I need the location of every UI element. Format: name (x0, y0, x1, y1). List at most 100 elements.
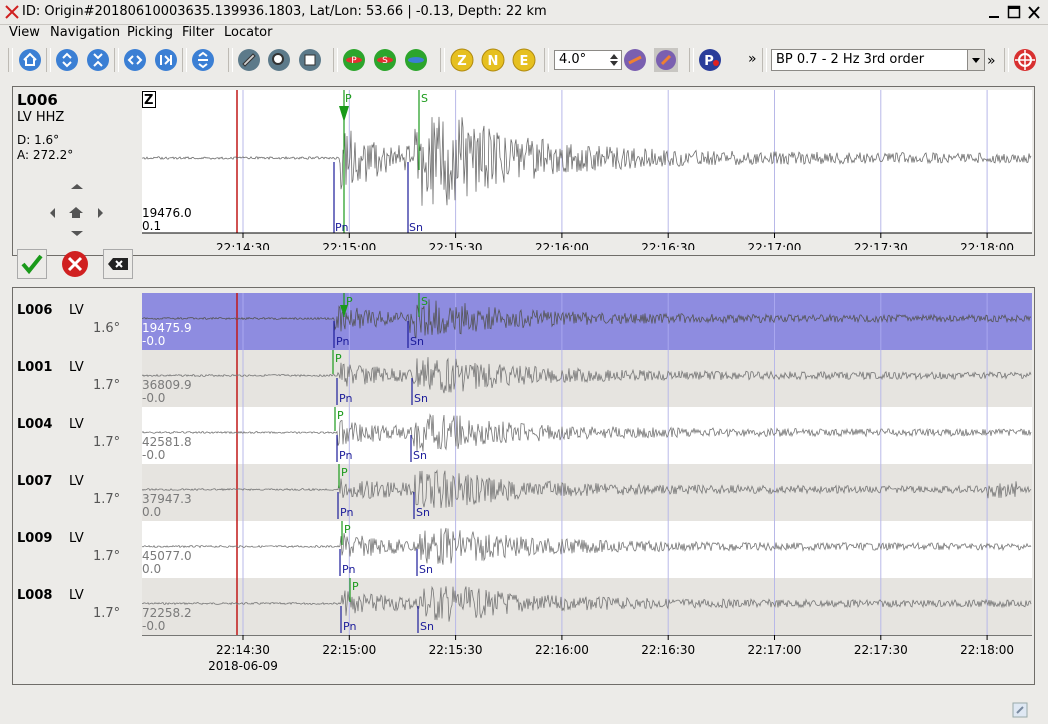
axis-tick-label: 22:14:30 (216, 643, 270, 657)
current-network-channel: LV HHZ (17, 110, 65, 125)
toolbar-separator (46, 48, 51, 72)
axis-tick-label: 22:17:00 (748, 241, 802, 250)
reject-x-icon[interactable] (60, 249, 90, 279)
trace-row[interactable]: L007 LV 1.7° P Pn Sn 37947.3 0.0 (13, 464, 1034, 521)
trace-plot[interactable]: P Pn Sn 37947.30.0 (142, 464, 1032, 521)
axis-tick-label: 22:18:00 (960, 643, 1014, 657)
scroll-center-icon[interactable] (86, 48, 110, 72)
nav-left-icon[interactable] (50, 208, 55, 218)
theo-sn-label: Sn (416, 506, 430, 519)
amp-min-label: -0.0 (142, 334, 165, 348)
distance-value: 4.0° (559, 52, 587, 67)
menu-view[interactable]: View (9, 25, 40, 40)
trace-plot[interactable]: P Pn Sn 45077.00.0 (142, 521, 1032, 578)
trace-plot[interactable]: P Pn Sn 36809.9-0.0 (142, 350, 1032, 407)
pick-s-icon[interactable]: S (373, 48, 397, 72)
more-toolbar-chevron[interactable]: » (748, 51, 757, 67)
navigation-pad (50, 184, 103, 236)
zoom-icon[interactable] (267, 48, 291, 72)
title-bar: ID: Origin#20180610003635.139936.1803, L… (0, 0, 1048, 25)
menu-filter[interactable]: Filter (182, 25, 214, 40)
prev-trace-icon[interactable] (123, 48, 147, 72)
pick-any-icon[interactable] (404, 48, 428, 72)
pick-p-label: P (345, 92, 352, 105)
theo-sn-label: Sn (420, 620, 434, 633)
align-icon[interactable] (191, 48, 215, 72)
trace-row[interactable]: L004 LV 1.7° P Pn Sn 42581.8 -0.0 (13, 407, 1034, 464)
toolbar-separator (333, 48, 338, 72)
toolbar-separator (114, 48, 119, 72)
chevron-down-icon (972, 58, 980, 63)
svg-text:E: E (520, 54, 529, 69)
amp-min-label: -0.0 (142, 391, 165, 405)
theo-pn-label: Pn (342, 563, 355, 576)
locate-target-icon[interactable] (1013, 48, 1037, 72)
amp-max-label: 36809.9 (142, 378, 192, 392)
spin-arrows-icon[interactable] (609, 53, 619, 67)
amp-max-label: 72258.2 (142, 606, 192, 620)
trace-row[interactable]: L001 LV 1.7° P Pn Sn 36809.9 -0.0 (13, 350, 1034, 407)
accept-check-icon[interactable] (17, 249, 47, 279)
filter-select[interactable]: BP 0.7 - 2 Hz 3rd order (771, 49, 985, 71)
trace-row[interactable]: L008 LV 1.7° P Pn Sn 72258.2 -0.0 (13, 578, 1034, 635)
svg-text:P: P (351, 56, 357, 66)
filter-icon[interactable] (237, 48, 261, 72)
more-toolbar-chevron-2[interactable]: » (987, 53, 996, 69)
trace-station: L007 (17, 474, 53, 489)
trace-plot[interactable]: P Pn Sn 42581.8-0.0 (142, 407, 1032, 464)
menu-locator[interactable]: Locator (224, 25, 272, 40)
axis-tick-label: 22:17:30 (854, 643, 908, 657)
resize-grip-icon[interactable] (1012, 702, 1028, 718)
trace-distance: 1.6° (93, 321, 121, 336)
axis-tick-label: 22:17:30 (854, 241, 908, 250)
minimize-icon[interactable] (986, 5, 1002, 20)
clear-picks-icon[interactable] (103, 249, 133, 279)
filter-dropdown-button[interactable] (967, 50, 984, 70)
pick-menu-icon[interactable]: P (698, 48, 722, 72)
nav-up-icon[interactable] (71, 184, 83, 189)
component-z-button[interactable]: Z (450, 48, 474, 72)
time-axis: 22:14:30 22:15:00 22:15:30 22:16:00 22:16:30… (142, 232, 1032, 250)
trace-row[interactable]: L006 LV 1.6° P S Pn Sn 19475.9 -0.0 (13, 293, 1034, 350)
trace-row[interactable]: L009 LV 1.7° P Pn Sn 45077.0 0.0 (13, 521, 1034, 578)
maximize-icon[interactable] (1006, 5, 1022, 20)
close-icon[interactable] (1026, 5, 1042, 20)
toolbar-separator (228, 48, 233, 72)
amp-max-label: 42581.8 (142, 435, 192, 449)
pick-s-label: S (421, 92, 428, 105)
home-icon[interactable] (18, 48, 42, 72)
toolbar-separator (1004, 48, 1009, 72)
menu-navigation[interactable]: Navigation (50, 25, 120, 40)
nav-home-icon[interactable] (69, 207, 83, 218)
axis-tick-label: 22:16:30 (641, 643, 695, 657)
current-distance: D: 1.6° (17, 133, 60, 147)
theo-pn-label: Pn (335, 221, 348, 234)
trace-distance: 1.7° (93, 378, 121, 393)
menu-picking[interactable]: Picking (127, 25, 173, 40)
axis-tick-label: 22:15:00 (322, 241, 376, 250)
component-n-button[interactable]: N (481, 48, 505, 72)
pick-p-icon[interactable]: P (342, 48, 366, 72)
trace-station: L004 (17, 417, 53, 432)
amp-max-label: 37947.3 (142, 492, 192, 506)
scroll-up-down-icon[interactable] (55, 48, 79, 72)
theo-sn-label: Sn (419, 563, 433, 576)
component-e-button[interactable]: E (512, 48, 536, 72)
distance-icon[interactable] (623, 48, 647, 72)
toolbar-separator (544, 48, 549, 72)
next-trace-icon[interactable] (154, 48, 178, 72)
nav-down-icon[interactable] (71, 231, 83, 236)
distance-spinbox[interactable]: 4.0° (554, 50, 622, 70)
axis-tick-label: 22:15:30 (429, 241, 483, 250)
pick-s-label: S (421, 295, 428, 308)
current-trace-plot[interactable]: Z P S Pn Sn 19476.0 0.1 22:14:30 22:15:00… (142, 90, 1032, 250)
nav-right-icon[interactable] (98, 208, 103, 218)
sort-distance-icon[interactable] (654, 48, 678, 72)
amp-max-label: 19475.9 (142, 321, 192, 335)
toolbar-separator (762, 48, 767, 72)
trace-plot[interactable]: P Pn Sn 72258.2-0.0 (142, 578, 1032, 635)
save-icon[interactable] (298, 48, 322, 72)
trace-list-time-axis: 22:14:30 22:15:00 22:15:30 22:16:00 22:16:30… (142, 635, 1032, 673)
axis-tick-label: 22:18:00 (960, 241, 1014, 250)
trace-plot[interactable]: P SPn Sn19475.9-0.0 (142, 293, 1032, 350)
